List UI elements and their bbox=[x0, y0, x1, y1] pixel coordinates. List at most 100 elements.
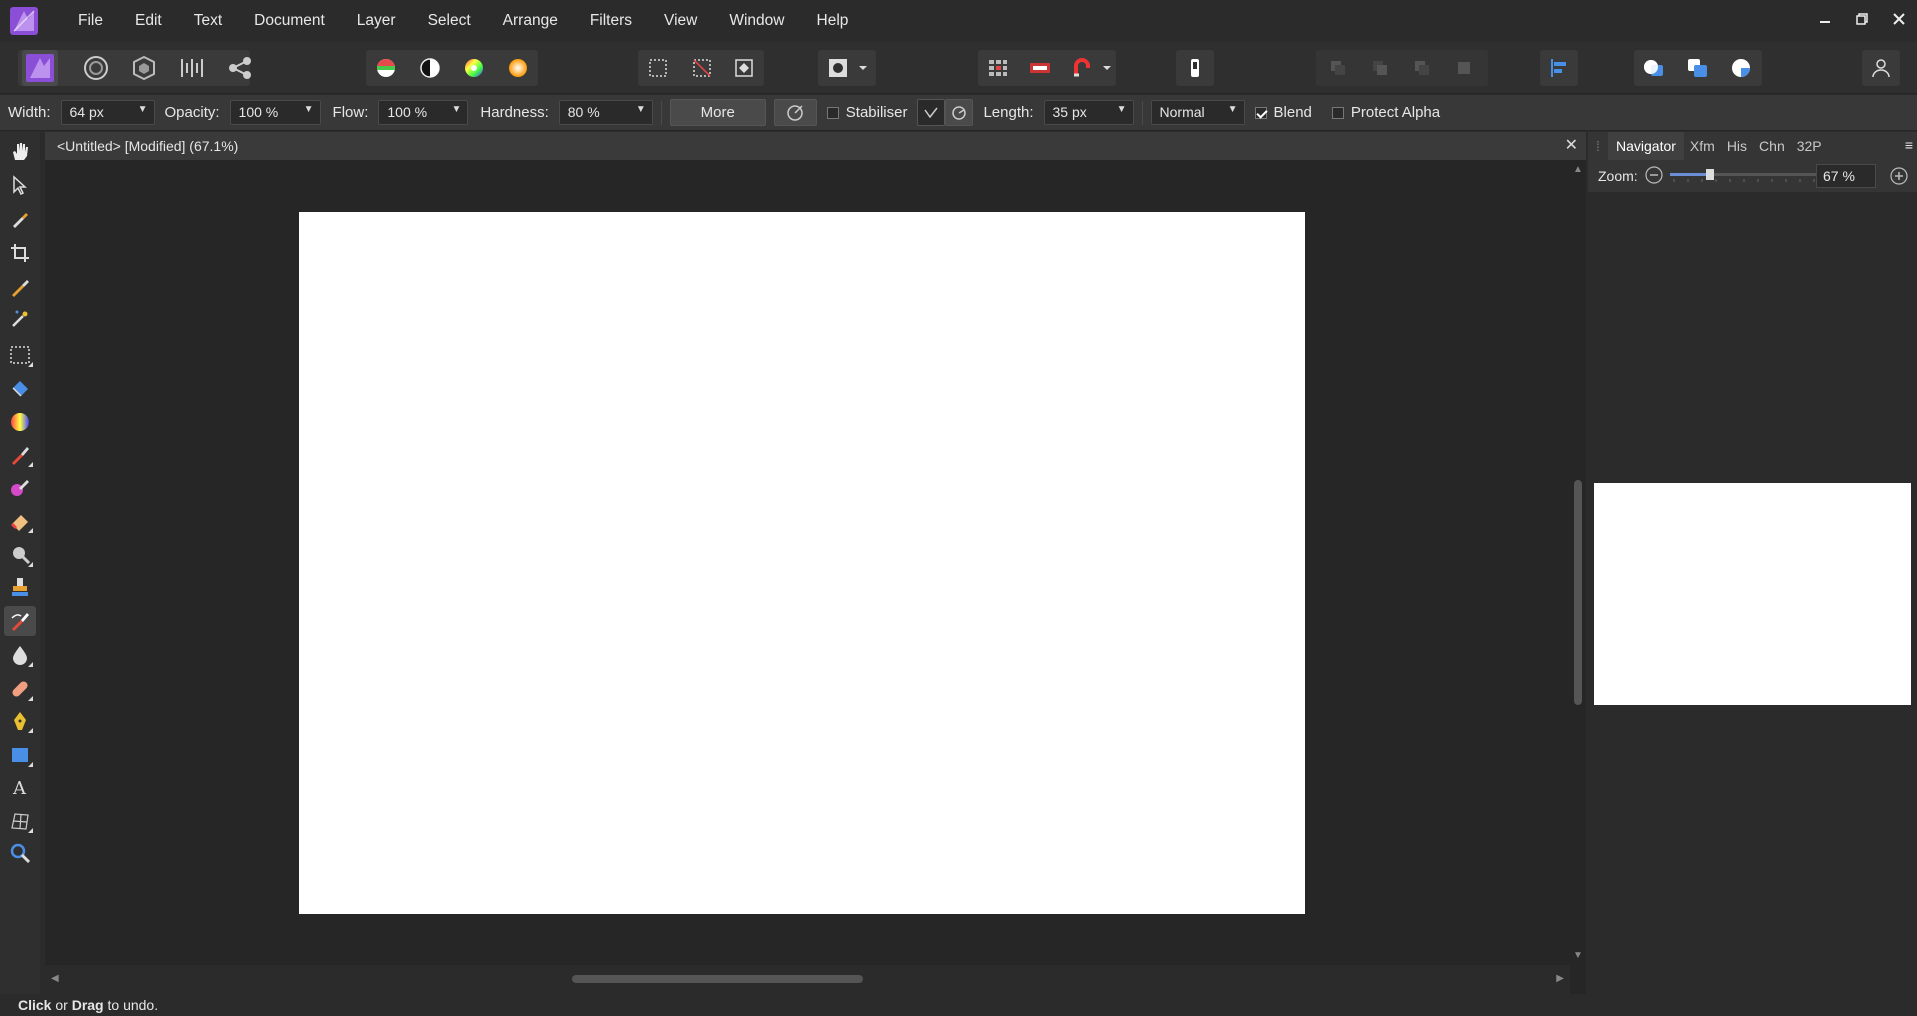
mesh-warp-tool-icon[interactable] bbox=[4, 806, 36, 836]
paint-brush-tool-icon[interactable] bbox=[4, 440, 36, 470]
window-mode-icon[interactable] bbox=[945, 99, 974, 126]
hand-tool-icon[interactable] bbox=[4, 136, 36, 166]
menu-edit[interactable]: Edit bbox=[119, 0, 178, 42]
snapping-grid-icon[interactable] bbox=[980, 50, 1016, 86]
menu-filters[interactable]: Filters bbox=[574, 0, 648, 42]
tab-32p[interactable]: 32P bbox=[1791, 132, 1828, 160]
pressure-icon[interactable] bbox=[773, 99, 817, 126]
marquee-tool-icon[interactable] bbox=[4, 340, 36, 370]
crop-tool-icon[interactable] bbox=[4, 238, 36, 268]
restore-icon[interactable] bbox=[1843, 0, 1880, 38]
assistant-icon[interactable] bbox=[1022, 50, 1058, 86]
photo-persona-icon[interactable] bbox=[22, 50, 58, 86]
clone-tool-icon[interactable] bbox=[4, 572, 36, 602]
vertical-scroll-thumb[interactable] bbox=[1574, 480, 1582, 705]
zoom-tool-icon[interactable] bbox=[4, 838, 36, 868]
boolean-add-icon[interactable] bbox=[1636, 50, 1672, 86]
blur-tool-icon[interactable] bbox=[4, 640, 36, 670]
scroll-right-icon[interactable]: ▶ bbox=[1556, 973, 1564, 984]
menu-text[interactable]: Text bbox=[178, 0, 238, 42]
account-icon[interactable] bbox=[1863, 50, 1899, 86]
panel-menu-icon[interactable]: ≡ bbox=[1905, 137, 1913, 153]
menu-document[interactable]: Document bbox=[238, 0, 341, 42]
rope-mode-icon[interactable] bbox=[917, 99, 946, 126]
text-tool-icon[interactable]: A bbox=[4, 772, 36, 802]
blend-checkbox[interactable] bbox=[1254, 106, 1267, 119]
dodge-tool-icon[interactable] bbox=[4, 540, 36, 570]
more-button[interactable]: More bbox=[669, 99, 766, 126]
develop-persona-icon[interactable] bbox=[126, 50, 162, 86]
width-field[interactable]: 64 px ▼ bbox=[60, 100, 155, 125]
horizontal-scrollbar[interactable]: ◀ ▶ bbox=[45, 965, 1570, 994]
recolor-icon[interactable] bbox=[500, 50, 536, 86]
select-all-icon[interactable] bbox=[640, 50, 676, 86]
menu-window[interactable]: Window bbox=[713, 0, 800, 42]
canvas[interactable] bbox=[299, 212, 1305, 914]
arrange-back-icon[interactable] bbox=[1320, 50, 1356, 86]
pixel-brush-tool-icon[interactable] bbox=[4, 472, 36, 502]
quick-mask-icon[interactable] bbox=[820, 50, 856, 86]
length-field[interactable]: 35 px ▼ bbox=[1043, 100, 1134, 125]
snapping-dropdown-icon[interactable] bbox=[1096, 50, 1118, 86]
gradient-tool-icon[interactable] bbox=[4, 407, 36, 437]
rectangle-tool-icon[interactable] bbox=[4, 740, 36, 770]
selection-brush-tool-icon[interactable] bbox=[4, 272, 36, 302]
menu-help[interactable]: Help bbox=[801, 0, 865, 42]
arrange-front-icon[interactable] bbox=[1446, 50, 1482, 86]
flow-field[interactable]: 100 % ▼ bbox=[378, 100, 469, 125]
scroll-left-icon[interactable]: ◀ bbox=[51, 973, 59, 984]
smudge-tool-icon[interactable] bbox=[4, 606, 36, 636]
arrange-backward-icon[interactable] bbox=[1362, 50, 1398, 86]
navigator-preview[interactable] bbox=[1594, 483, 1911, 705]
vertical-scrollbar[interactable]: ▲ ▼ bbox=[1570, 160, 1586, 965]
affinity-photo-logo-icon[interactable] bbox=[10, 7, 38, 35]
quick-mask-dropdown-icon[interactable] bbox=[852, 50, 874, 86]
menu-layer[interactable]: Layer bbox=[341, 0, 412, 42]
tab-transform[interactable]: Xfm bbox=[1684, 132, 1721, 160]
zoom-in-icon[interactable] bbox=[1889, 166, 1909, 189]
document-tab[interactable]: <Untitled> [Modified] (67.1%) ✕ bbox=[45, 132, 1586, 160]
minimize-icon[interactable] bbox=[1806, 0, 1843, 38]
invert-selection-icon[interactable] bbox=[726, 50, 762, 86]
liquify-persona-icon[interactable] bbox=[78, 50, 114, 86]
scroll-up-icon[interactable]: ▲ bbox=[1573, 164, 1583, 175]
menu-select[interactable]: Select bbox=[412, 0, 487, 42]
arrange-forward-icon[interactable] bbox=[1404, 50, 1440, 86]
deselect-icon[interactable] bbox=[684, 50, 720, 86]
context-toolbar-icon[interactable] bbox=[1177, 50, 1213, 86]
stabiliser-checkbox[interactable] bbox=[826, 106, 839, 119]
levels-icon[interactable] bbox=[368, 50, 404, 86]
menu-view[interactable]: View bbox=[648, 0, 713, 42]
white-balance-icon[interactable] bbox=[412, 50, 448, 86]
zoom-slider[interactable] bbox=[1670, 169, 1816, 183]
scroll-down-icon[interactable]: ▼ bbox=[1573, 950, 1583, 961]
flood-select-tool-icon[interactable] bbox=[4, 304, 36, 334]
color-picker-tool-icon[interactable] bbox=[4, 204, 36, 234]
tone-mapping-persona-icon[interactable] bbox=[174, 50, 210, 86]
horizontal-scroll-thumb[interactable] bbox=[572, 975, 863, 983]
opacity-field[interactable]: 100 % ▼ bbox=[229, 100, 321, 125]
boolean-subtract-icon[interactable] bbox=[1680, 50, 1716, 86]
panel-grip-icon[interactable]: ⁞ bbox=[1588, 138, 1608, 154]
snapping-magnet-icon[interactable] bbox=[1064, 50, 1100, 86]
menu-file[interactable]: File bbox=[62, 0, 119, 42]
export-persona-icon[interactable] bbox=[222, 50, 258, 86]
protect-alpha-checkbox[interactable] bbox=[1331, 106, 1344, 119]
hsl-icon[interactable] bbox=[456, 50, 492, 86]
flood-fill-tool-icon[interactable] bbox=[4, 374, 36, 404]
menu-arrange[interactable]: Arrange bbox=[487, 0, 574, 42]
boolean-intersect-icon[interactable] bbox=[1724, 50, 1760, 86]
tab-navigator[interactable]: Navigator bbox=[1608, 132, 1684, 160]
hardness-field[interactable]: 80 % ▼ bbox=[558, 100, 653, 125]
eraser-tool-icon[interactable] bbox=[4, 506, 36, 536]
tab-history[interactable]: His bbox=[1721, 132, 1753, 160]
blend-mode-select[interactable]: Normal ▼ bbox=[1150, 100, 1245, 125]
healing-tool-icon[interactable] bbox=[4, 674, 36, 704]
close-document-icon[interactable]: ✕ bbox=[1565, 135, 1578, 155]
pen-tool-icon[interactable] bbox=[4, 706, 36, 736]
zoom-out-icon[interactable] bbox=[1644, 165, 1664, 188]
tab-channels[interactable]: Chn bbox=[1753, 132, 1791, 160]
close-window-icon[interactable] bbox=[1880, 0, 1917, 38]
zoom-field[interactable]: 67 % bbox=[1816, 164, 1876, 188]
move-tool-icon[interactable] bbox=[4, 170, 36, 200]
